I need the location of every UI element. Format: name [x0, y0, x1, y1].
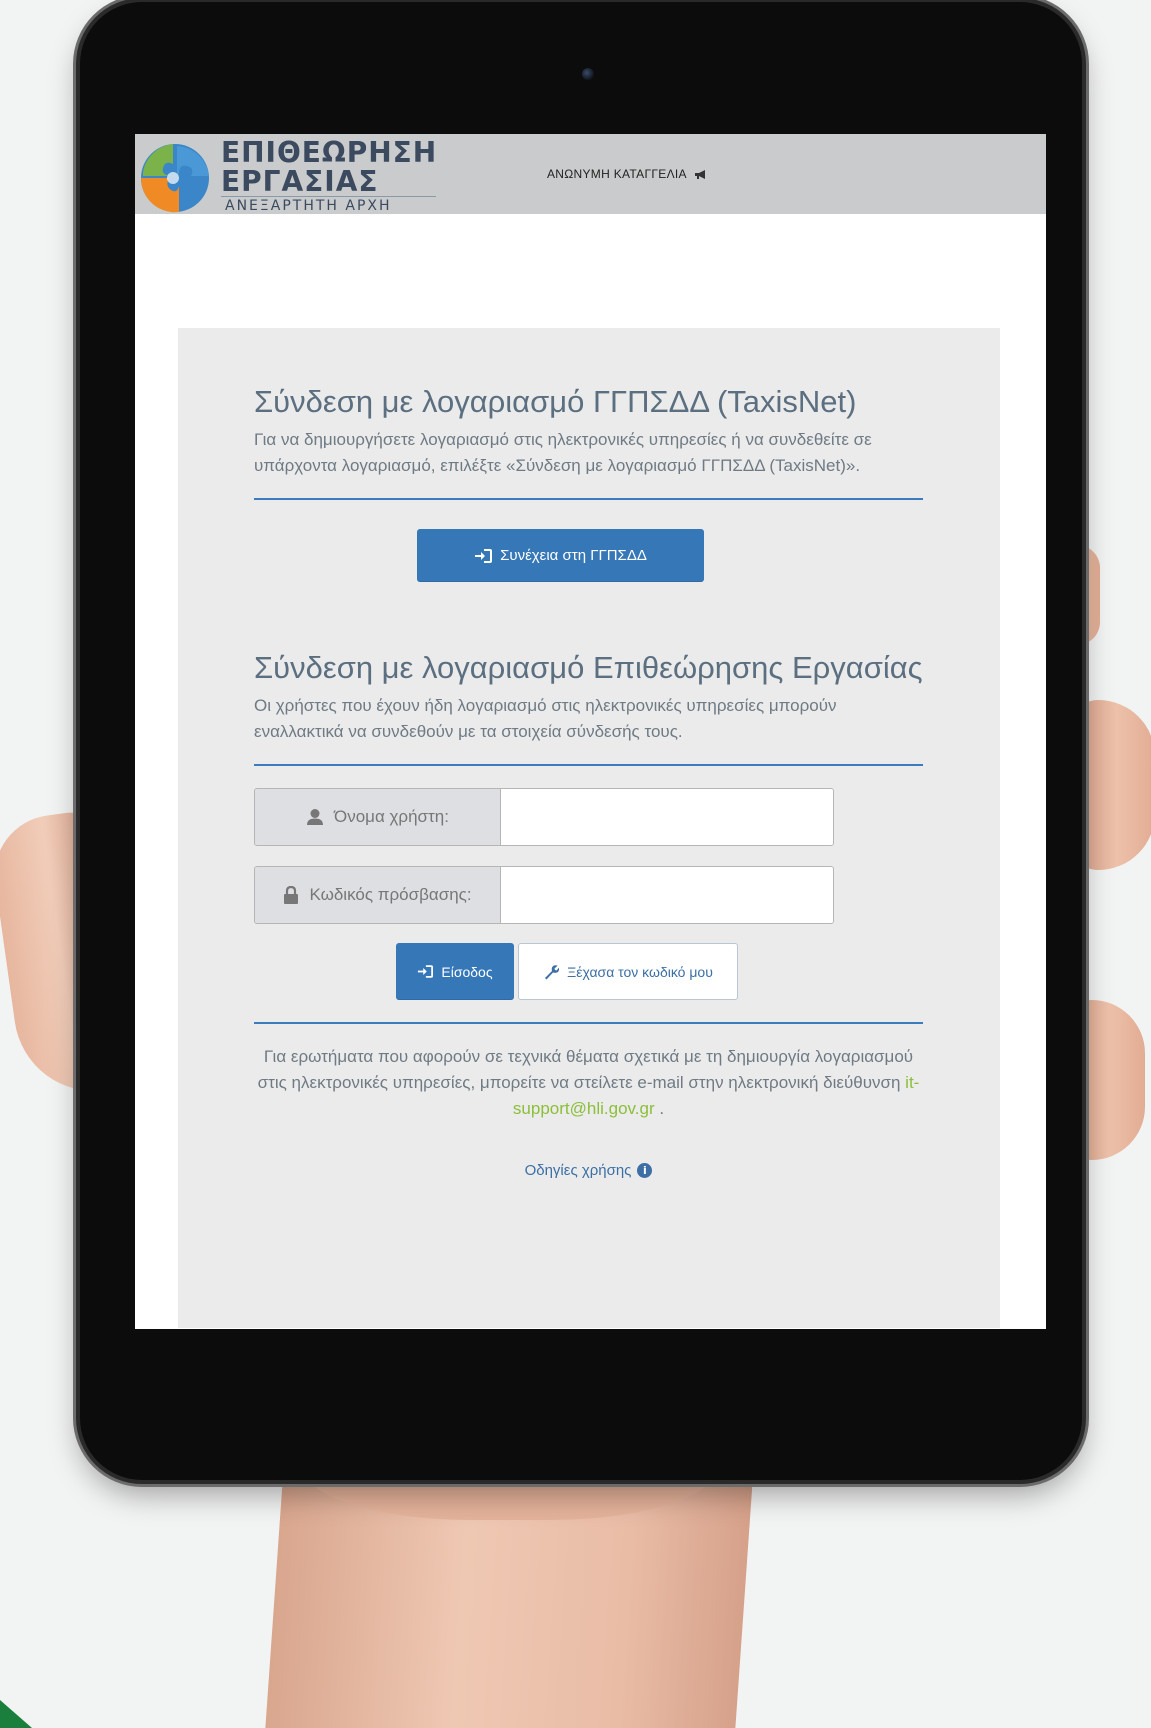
- username-label-text: Όνομα χρήστη:: [334, 807, 449, 826]
- local-login-description: Οι χρήστες που έχουν ήδη λογαριασμό στις…: [254, 696, 837, 741]
- password-input[interactable]: [501, 867, 833, 923]
- anonymous-report-label: ΑΝΩΝΥΜΗ ΚΑΤΑΓΓΕΛΙΑ: [547, 167, 687, 181]
- puzzle-logo-icon: [140, 144, 209, 213]
- username-input[interactable]: [501, 789, 833, 845]
- password-field: Κωδικός πρόσβασης:: [254, 866, 834, 924]
- logo-title-line1: ΕΠΙΘΕΩΡΗΣΗ: [221, 136, 438, 169]
- taxisnet-description: Για να δημιουργήσετε λογαριασμό στις ηλε…: [254, 430, 872, 475]
- camera-icon: [582, 68, 594, 80]
- tablet-device: ΕΠΙΘΕΩΡΗΣΗ ΕΡΓΑΣΙΑΣ ΑΝΕΞΑΡΤΗΤΗ ΑΡΧΗ ΑΝΩΝ…: [80, 2, 1082, 1480]
- logo-title-line2: ΕΡΓΑΣΙΑΣ: [221, 165, 379, 198]
- login-panel: Σύνδεση με λογαριασμό ΓΓΠΣΔΔ (TaxisNet) …: [178, 328, 1000, 1328]
- forgot-password-button[interactable]: Ξέχασα τον κωδικό μου: [518, 943, 738, 1000]
- site-header: ΕΠΙΘΕΩΡΗΣΗ ΕΡΓΑΣΙΑΣ ΑΝΕΞΑΡΤΗΤΗ ΑΡΧΗ ΑΝΩΝ…: [135, 134, 1046, 214]
- password-label-text: Κωδικός πρόσβασης:: [309, 885, 472, 904]
- username-field: Όνομα χρήστη:: [254, 788, 834, 846]
- lock-icon: [284, 886, 299, 904]
- logo-subtitle: ΑΝΕΞΑΡΤΗΤΗ ΑΡΧΗ: [225, 198, 392, 214]
- local-login-title: Σύνδεση με λογαριασμό Επιθεώρησης Εργασί…: [254, 650, 923, 685]
- photo-scene: ΕΠΙΘΕΩΡΗΣΗ ΕΡΓΑΣΙΑΣ ΑΝΕΞΑΡΤΗΤΗ ΑΡΧΗ ΑΝΩΝ…: [0, 0, 1151, 1728]
- help-text-end: .: [654, 1099, 665, 1118]
- help-text: Για ερωτήματα που αφορούν σε τεχνικά θέμ…: [254, 1044, 923, 1122]
- divider: [254, 498, 923, 500]
- taxisnet-continue-label: Συνέχεια στη ΓΓΠΣΔΔ: [500, 547, 647, 564]
- user-guide-label: Οδηγίες χρήσης: [524, 1162, 632, 1179]
- divider: [254, 764, 923, 766]
- user-icon: [307, 809, 324, 825]
- sign-in-icon: [475, 548, 493, 563]
- sign-in-icon: [418, 965, 434, 978]
- anonymous-report-link[interactable]: ΑΝΩΝΥΜΗ ΚΑΤΑΓΓΕΛΙΑ: [547, 167, 708, 181]
- finger: [1070, 700, 1151, 870]
- screen: ΕΠΙΘΕΩΡΗΣΗ ΕΡΓΑΣΙΑΣ ΑΝΕΞΑΡΤΗΤΗ ΑΡΧΗ ΑΝΩΝ…: [135, 134, 1046, 1329]
- username-label: Όνομα χρήστη:: [255, 789, 501, 845]
- login-button-label: Είσοδος: [441, 963, 493, 980]
- login-button[interactable]: Είσοδος: [396, 943, 514, 1000]
- password-label: Κωδικός πρόσβασης:: [255, 867, 501, 923]
- taxisnet-title: Σύνδεση με λογαριασμό ΓΓΠΣΔΔ (TaxisNet): [254, 384, 857, 419]
- user-guide-link[interactable]: Οδηγίες χρήσης i: [254, 1162, 923, 1179]
- site-logo[interactable]: ΕΠΙΘΕΩΡΗΣΗ ΕΡΓΑΣΙΑΣ ΑΝΕΞΑΡΤΗΤΗ ΑΡΧΗ: [139, 138, 439, 214]
- divider: [254, 1022, 923, 1024]
- forgot-password-label: Ξέχασα τον κωδικό μου: [567, 963, 713, 980]
- info-circle-icon: i: [637, 1163, 653, 1178]
- logo-title: ΕΠΙΘΕΩΡΗΣΗ ΕΡΓΑΣΙΑΣ: [221, 138, 437, 196]
- help-text-body: Για ερωτήματα που αφορούν σε τεχνικά θέμ…: [257, 1047, 914, 1092]
- corner-decoration: [0, 1700, 32, 1728]
- megaphone-icon: [694, 169, 705, 179]
- wrench-icon: [545, 964, 560, 979]
- taxisnet-continue-button[interactable]: Συνέχεια στη ΓΓΠΣΔΔ: [417, 529, 704, 582]
- logo-divider: [221, 196, 436, 197]
